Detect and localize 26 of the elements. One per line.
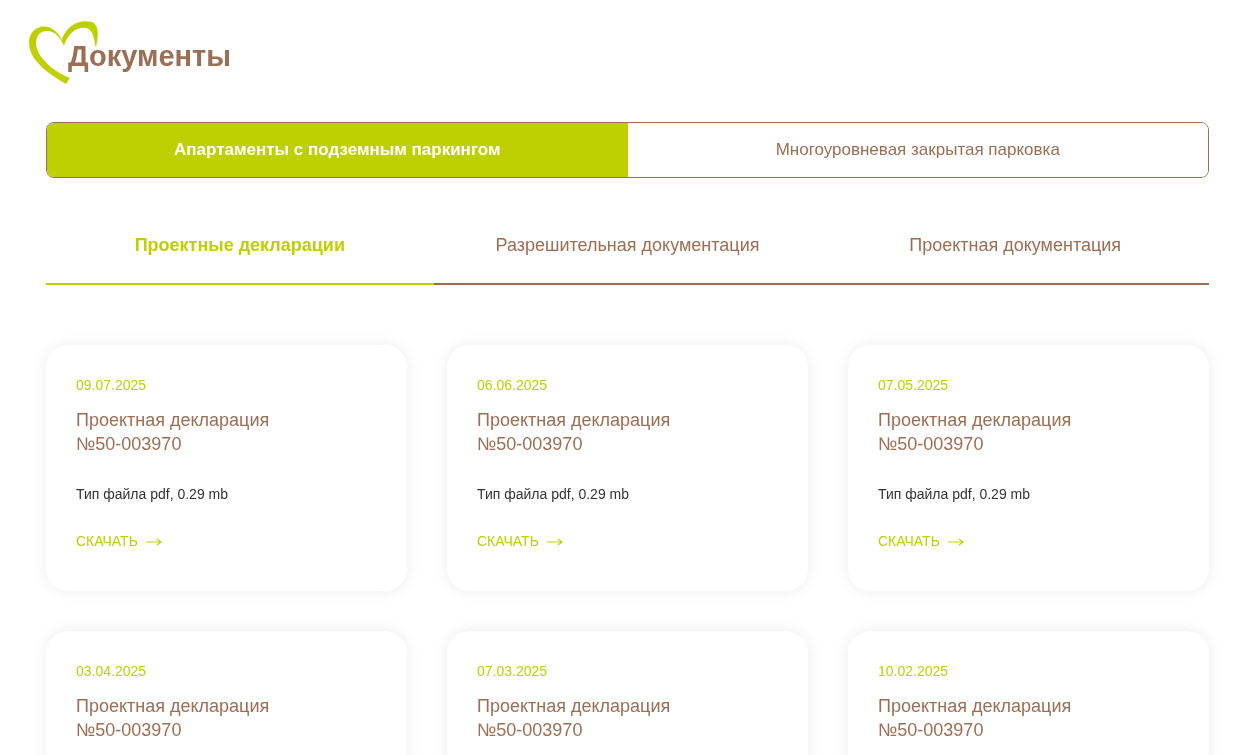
file-info: Тип файла pdf, 0.29 mb <box>477 485 630 504</box>
download-link[interactable]: СКАЧАТЬ <box>76 531 162 552</box>
document-title: Проектная декларация №50-003970 <box>76 409 271 456</box>
document-date: 10.02.2025 <box>878 662 949 681</box>
arrow-right-icon <box>947 537 964 546</box>
document-title: Проектная декларация №50-003970 <box>878 695 1073 742</box>
document-tab[interactable]: Разрешительная документация <box>433 222 822 285</box>
document-date: 06.06.2025 <box>477 376 548 395</box>
document-date: 03.04.2025 <box>76 662 147 681</box>
document-date: 07.05.2025 <box>878 376 949 395</box>
document-title: Проектная декларация №50-003970 <box>477 695 672 742</box>
document-date: 07.03.2025 <box>477 662 548 681</box>
file-info: Тип файла pdf, 0.29 mb <box>76 485 229 504</box>
document-title: Проектная декларация №50-003970 <box>76 695 271 742</box>
document-title: Проектная декларация №50-003970 <box>477 409 672 456</box>
object-tab[interactable]: Апартаменты с подземным паркингом <box>47 123 628 177</box>
arrow-right-icon <box>546 537 563 546</box>
document-tab[interactable]: Проектные декларации <box>46 222 434 285</box>
document-tab[interactable]: Проектная документация <box>821 222 1209 285</box>
document-title: Проектная декларация №50-003970 <box>878 409 1073 456</box>
download-link[interactable]: СКАЧАТЬ <box>477 531 563 552</box>
download-link[interactable]: СКАЧАТЬ <box>878 531 964 552</box>
file-info: Тип файла pdf, 0.29 mb <box>878 485 1031 504</box>
arrow-right-icon <box>145 537 162 546</box>
document-date: 09.07.2025 <box>76 376 147 395</box>
page-title: Документы <box>68 42 232 71</box>
